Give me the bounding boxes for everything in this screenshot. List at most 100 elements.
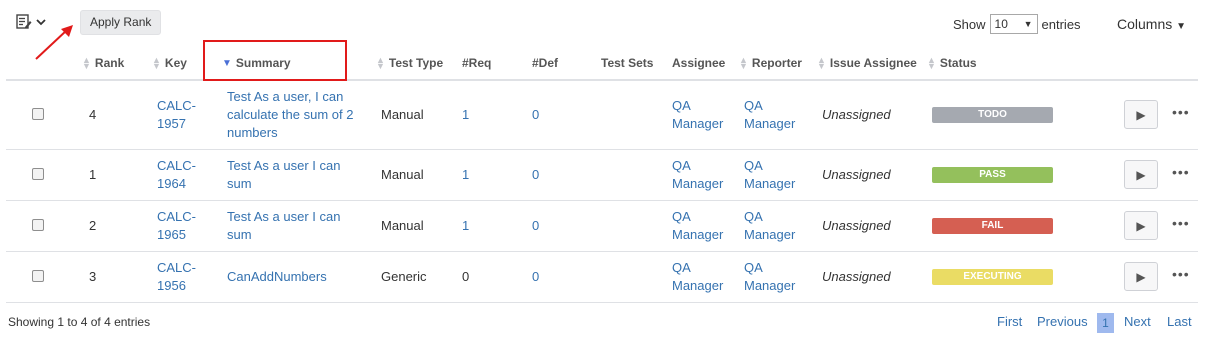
header-test-type[interactable]: ▲ ▼ Test Type xyxy=(376,54,443,72)
apply-rank-button[interactable]: Apply Rank xyxy=(80,10,162,35)
row-divider xyxy=(6,200,1198,201)
header-rank[interactable]: ▲ ▼ Rank xyxy=(82,54,124,72)
pagination-previous[interactable]: Previous xyxy=(1037,314,1088,329)
summary-line: Test As a user I can xyxy=(227,158,341,173)
issue-key-link[interactable]: CALC- 1957 xyxy=(157,97,196,133)
ellipsis-icon: ••• xyxy=(1172,215,1190,231)
run-test-button[interactable]: ▶ xyxy=(1124,211,1158,240)
assignee-link[interactable]: QA Manager xyxy=(672,97,723,133)
req-count-link[interactable]: 1 xyxy=(462,217,469,235)
header-key-label: Key xyxy=(164,56,187,70)
issue-key-link[interactable]: CALC- 1956 xyxy=(157,259,196,295)
def-count: 0 xyxy=(532,107,540,122)
issue-assignee: Unassigned xyxy=(822,167,891,182)
pagination-last[interactable]: Last xyxy=(1167,314,1192,329)
reporter-link[interactable]: QA Manager xyxy=(744,208,795,244)
reporter-line: QA xyxy=(744,98,763,113)
row-checkbox[interactable] xyxy=(32,108,44,120)
summary-line: Test As a user I can xyxy=(227,209,341,224)
summary-line: calculate the sum of 2 xyxy=(227,107,354,122)
header-key[interactable]: ▲ ▼ Key xyxy=(152,54,187,72)
red-highlight-box xyxy=(203,40,347,81)
more-actions-button[interactable]: ••• xyxy=(1172,104,1190,120)
reporter-line: QA xyxy=(744,158,763,173)
test-type: Manual xyxy=(381,218,424,233)
pagination-first[interactable]: First xyxy=(997,314,1022,329)
sort-icon: ▲ ▼ xyxy=(82,55,91,71)
header-assignee: Assignee xyxy=(672,54,725,72)
more-actions-button[interactable]: ••• xyxy=(1172,164,1190,180)
status-badge: PASS xyxy=(932,167,1053,183)
entries-length-control: Show 10 ▼ entries xyxy=(953,14,1081,34)
issue-assignee: Unassigned xyxy=(822,107,891,122)
header-rank-label: Rank xyxy=(94,56,125,70)
row-checkbox[interactable] xyxy=(32,270,44,282)
issue-key-line: 1965 xyxy=(157,227,186,242)
reporter-line: QA xyxy=(744,209,763,224)
more-actions-button[interactable]: ••• xyxy=(1172,215,1190,231)
summary-link[interactable]: Test As a user I can sum xyxy=(227,208,340,244)
caret-down-icon: ▼ xyxy=(1176,21,1187,32)
row-checkbox[interactable] xyxy=(32,219,44,231)
entries-label: entries xyxy=(1041,16,1081,32)
summary-link[interactable]: CanAddNumbers xyxy=(227,268,327,286)
reporter-line: Manager xyxy=(744,116,796,131)
header-reporter-label: Reporter xyxy=(751,56,802,70)
assignee-link[interactable]: QA Manager xyxy=(672,208,723,244)
issue-key-line: 1964 xyxy=(157,176,186,191)
row-divider xyxy=(6,302,1198,303)
row-divider xyxy=(6,149,1198,150)
run-test-button[interactable]: ▶ xyxy=(1124,160,1158,189)
entries-select[interactable]: 10 ▼ xyxy=(989,14,1038,34)
issue-key-link[interactable]: CALC- 1965 xyxy=(157,208,196,244)
show-label: Show xyxy=(953,16,986,32)
more-actions-button[interactable]: ••• xyxy=(1172,266,1190,282)
req-count-link[interactable]: 1 xyxy=(462,166,469,184)
summary-line: numbers xyxy=(227,125,278,140)
summary-link[interactable]: Test As a user I can sum xyxy=(227,157,340,193)
summary-link[interactable]: Test As a user, I can calculate the sum … xyxy=(227,88,353,142)
def-count: 0 xyxy=(532,167,540,182)
header-status[interactable]: ▲ ▼ Status xyxy=(927,54,977,72)
reporter-line: QA xyxy=(744,260,763,275)
issue-key-line: CALC- xyxy=(157,98,197,113)
reporter-link[interactable]: QA Manager xyxy=(744,157,795,193)
issue-key-line: 1956 xyxy=(157,278,186,293)
assignee-link[interactable]: QA Manager xyxy=(672,157,723,193)
pagination-current-page[interactable]: 1 xyxy=(1097,313,1114,333)
issue-key-link[interactable]: CALC- 1964 xyxy=(157,157,196,193)
ellipsis-icon: ••• xyxy=(1172,164,1190,180)
assignee-link[interactable]: QA Manager xyxy=(672,259,723,295)
row-checkbox[interactable] xyxy=(32,168,44,180)
reporter-link[interactable]: QA Manager xyxy=(744,259,795,295)
status-badge: TODO xyxy=(932,107,1053,123)
pagination-next[interactable]: Next xyxy=(1124,314,1151,329)
run-test-button[interactable]: ▶ xyxy=(1124,262,1158,291)
run-test-button[interactable]: ▶ xyxy=(1124,100,1158,129)
status-badge: FAIL xyxy=(932,218,1053,234)
header-def-label: #Def xyxy=(532,56,559,70)
assignee-line: Manager xyxy=(672,116,724,131)
summary-line: CanAddNumbers xyxy=(227,269,327,284)
columns-button[interactable]: Columns ▼ xyxy=(1117,16,1186,32)
header-issue-assignee-label: Issue Assignee xyxy=(829,56,917,70)
issue-key-line: CALC- xyxy=(157,260,197,275)
play-icon: ▶ xyxy=(1136,107,1146,122)
header-issue-assignee[interactable]: ▲ ▼ Issue Assignee xyxy=(817,54,917,72)
ellipsis-icon: ••• xyxy=(1172,104,1190,120)
header-test-sets: Test Sets xyxy=(601,54,653,72)
req-count-link[interactable]: 1 xyxy=(462,106,469,124)
header-assignee-label: Assignee xyxy=(672,56,726,70)
assignee-line: Manager xyxy=(672,176,724,191)
header-req: #Req xyxy=(462,54,491,72)
assignee-line: QA xyxy=(672,98,691,113)
play-icon: ▶ xyxy=(1136,218,1146,233)
header-reporter[interactable]: ▲ ▼ Reporter xyxy=(739,54,802,72)
assignee-line: Manager xyxy=(672,227,724,242)
assignee-line: Manager xyxy=(672,278,724,293)
assignee-line: QA xyxy=(672,260,691,275)
row-rank: 4 xyxy=(89,107,97,122)
reporter-line: Manager xyxy=(744,278,796,293)
row-divider xyxy=(6,251,1198,252)
reporter-link[interactable]: QA Manager xyxy=(744,97,795,133)
